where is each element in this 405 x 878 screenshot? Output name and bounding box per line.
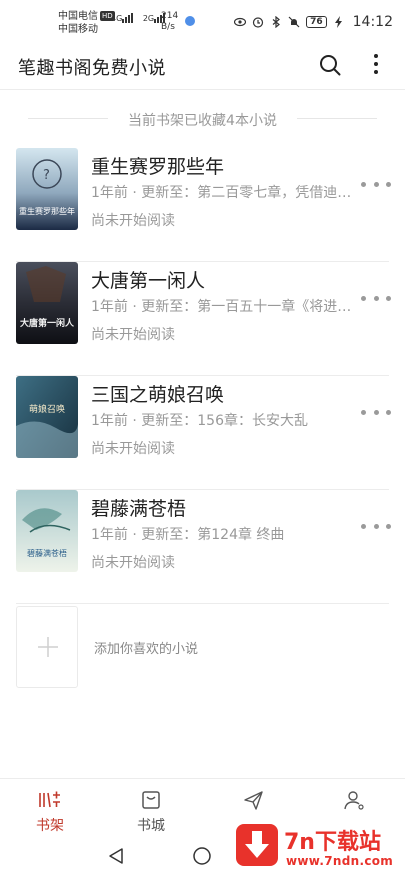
dot-icon (373, 409, 379, 415)
home-icon[interactable] (192, 846, 212, 866)
plus-icon (38, 637, 58, 657)
download-icon (236, 824, 278, 866)
charging-icon (334, 16, 342, 28)
eye-icon (234, 17, 247, 27)
cover-art: 大唐第一闲人 (16, 262, 78, 344)
dot-icon (361, 181, 366, 187)
send-icon (244, 791, 263, 810)
book-read-status: 尚未开始阅读 (91, 555, 175, 571)
cover-title: 重生赛罗那些年 (19, 206, 75, 216)
shelf-summary: 当前书架已收藏4本小说 (0, 104, 405, 132)
shelf-summary-text: 当前书架已收藏4本小说 (128, 113, 277, 129)
watermark: 7n下载站 www.7ndn.com (236, 822, 401, 874)
app-bar: 笔趣书阁免费小说 (0, 44, 405, 90)
watermark-url: www.7ndn.com (286, 854, 394, 868)
watermark-brand: 7n下载站 (284, 830, 381, 855)
nav-bookshelf[interactable]: 书架 (20, 785, 80, 835)
network-speed: 214 B/s (161, 11, 178, 33)
divider (297, 118, 377, 119)
dot-icon (361, 295, 366, 301)
book-more-button[interactable] (361, 516, 391, 536)
book-item[interactable]: 萌娘召唤 三国之萌娘召唤 1年前 · 更新至：156章：长安大乱 尚未开始阅读 (0, 376, 405, 490)
book-title: 大唐第一闲人 (91, 270, 206, 292)
add-novel-label: 添加你喜欢的小说 (94, 642, 199, 657)
signal-1-label: 4G (111, 14, 123, 23)
dot-icon (373, 181, 379, 187)
battery-icon: 76 (306, 16, 327, 28)
dot-icon (386, 181, 391, 187)
book-item[interactable]: ? 重生赛罗那些年 重生赛罗那些年 1年前 · 更新至：第二百零七章，凭借迪迦的… (0, 148, 405, 262)
user-icon (344, 791, 364, 810)
nav-bookshelf-label: 书架 (36, 818, 64, 834)
search-icon (320, 55, 341, 76)
more-options-button[interactable] (366, 52, 386, 78)
book-cover: 碧藤满苍梧 (16, 490, 78, 572)
book-title: 重生赛罗那些年 (91, 156, 225, 178)
book-cover: 大唐第一闲人 (16, 262, 78, 344)
cover-title: 萌娘召唤 (29, 403, 65, 415)
book-update-info: 1年前 · 更新至：第一百五十一章《将进酒》 (91, 299, 353, 315)
status-right: 76 14:12 (234, 12, 393, 32)
nav-store-label: 书城 (137, 818, 165, 834)
book-update-info: 1年前 · 更新至：156章：长安大乱 (91, 413, 308, 429)
book-title: 碧藤满苍梧 (91, 498, 187, 520)
carrier-1-label: 中国电信 (58, 11, 98, 22)
dot-icon (373, 523, 379, 529)
bluetooth-icon (272, 16, 281, 28)
divider (16, 603, 389, 604)
book-read-status: 尚未开始阅读 (91, 441, 175, 457)
book-update-info: 1年前 · 更新至：第124章 终曲 (91, 527, 285, 543)
nav-store[interactable]: 书城 (121, 785, 181, 835)
book-title: 三国之萌娘召唤 (91, 384, 225, 406)
cover-art: 碧藤满苍梧 (16, 490, 78, 572)
book-read-status: 尚未开始阅读 (91, 327, 175, 343)
dot-icon (386, 409, 391, 415)
book-more-button[interactable] (361, 288, 391, 308)
cover-title: 碧藤满苍梧 (27, 548, 67, 558)
dot-icon (373, 295, 379, 301)
clock: 14:12 (352, 14, 393, 30)
speed-unit: B/s (161, 22, 175, 32)
svg-text:?: ? (43, 168, 50, 183)
app-notification-icon (185, 16, 195, 26)
book-more-button[interactable] (361, 402, 391, 422)
book-cover: ? 重生赛罗那些年 (16, 148, 78, 230)
store-icon (142, 791, 160, 809)
dot-icon (361, 523, 366, 529)
cover-title: 大唐第一闲人 (20, 317, 75, 329)
signal-1-icon: 4G (111, 13, 134, 23)
book-cover: 萌娘召唤 (16, 376, 78, 458)
carrier-info: 中国电信 HD 中国移动 (58, 10, 115, 36)
signal-2-label: 2G (142, 14, 155, 23)
status-bar: 中国电信 HD 中国移动 4G 2G 214 B/s 76 14:12 (0, 0, 405, 44)
carrier-2-label: 中国移动 (58, 24, 98, 35)
dot-icon (386, 523, 391, 529)
book-more-button[interactable] (361, 174, 391, 194)
add-novel-button[interactable] (16, 606, 78, 688)
book-update-info: 1年前 · 更新至：第二百零七章，凭借迪迦的力量 (91, 185, 353, 201)
app-title: 笔趣书阁免费小说 (18, 58, 166, 79)
book-item[interactable]: 碧藤满苍梧 碧藤满苍梧 1年前 · 更新至：第124章 终曲 尚未开始阅读 (0, 490, 405, 604)
bookshelf-icon (39, 791, 60, 808)
alarm-icon (253, 17, 264, 28)
back-icon[interactable] (106, 846, 126, 866)
dot-icon (386, 295, 391, 301)
search-button[interactable] (318, 53, 342, 77)
speed-value: 214 (161, 11, 179, 21)
cover-art: ? 重生赛罗那些年 (16, 148, 78, 230)
book-item[interactable]: 大唐第一闲人 大唐第一闲人 1年前 · 更新至：第一百五十一章《将进酒》 尚未开… (0, 262, 405, 376)
dot-icon (361, 409, 366, 415)
mute-icon (288, 16, 300, 28)
cover-art: 萌娘召唤 (16, 376, 78, 458)
book-read-status: 尚未开始阅读 (91, 213, 175, 229)
more-vertical-icon (374, 54, 378, 74)
